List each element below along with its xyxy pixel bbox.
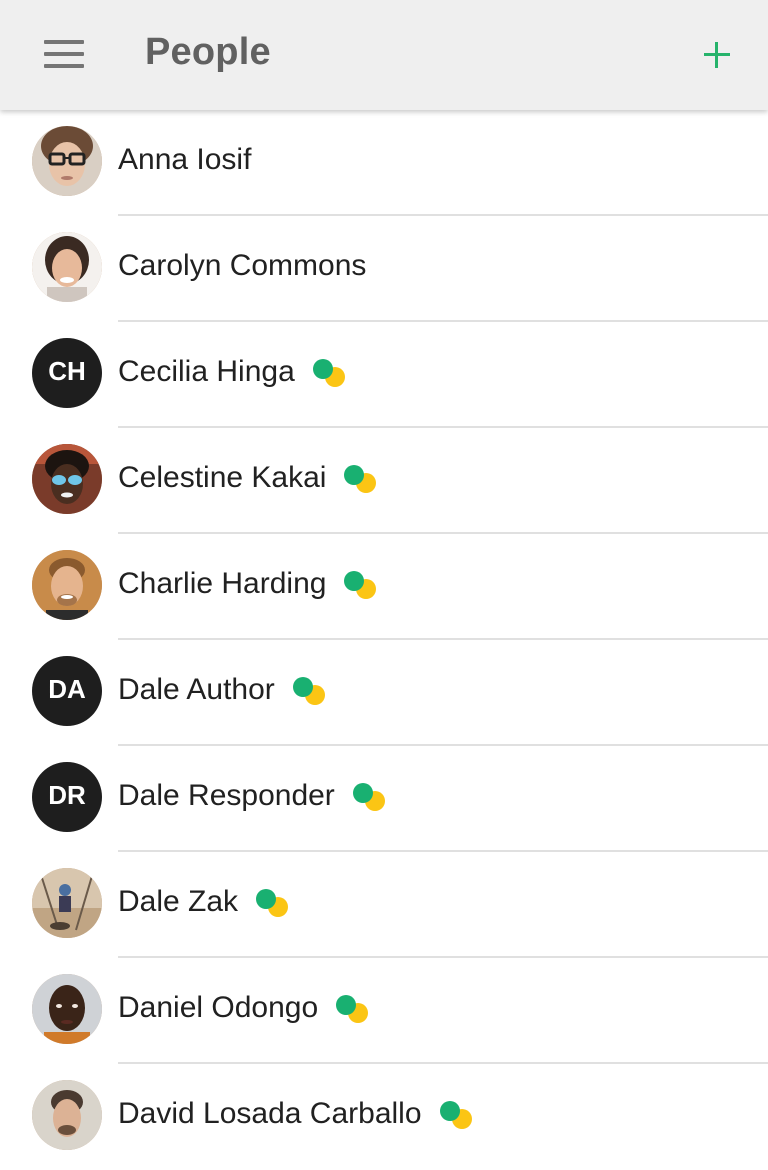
avatar — [32, 126, 102, 196]
app-bar: People — [0, 0, 768, 110]
person-name: Dale Author — [118, 673, 275, 706]
person-name: Charlie Harding — [118, 567, 327, 600]
person-row[interactable]: DR Dale Responder — [0, 746, 768, 852]
presence-icon — [342, 463, 382, 493]
presence-icon — [311, 357, 351, 387]
person-row[interactable]: Celestine Kakai — [0, 428, 768, 534]
person-row[interactable]: CH Cecilia Hinga — [0, 322, 768, 428]
person-name: Daniel Odongo — [118, 991, 319, 1024]
person-name: Dale Zak — [118, 885, 239, 918]
presence-icon — [438, 1099, 478, 1129]
person-row[interactable]: Carolyn Commons — [0, 216, 768, 322]
presence-icon — [334, 993, 374, 1023]
menu-icon[interactable] — [44, 40, 84, 68]
avatar-initials: CH — [32, 338, 102, 408]
avatar — [32, 1080, 102, 1150]
people-list: Anna Iosif Carolyn Commons CH Cecilia Hi… — [0, 110, 768, 1170]
person-name: Carolyn Commons — [118, 249, 367, 282]
presence-icon — [342, 569, 382, 599]
avatar — [32, 232, 102, 302]
presence-icon — [291, 675, 331, 705]
add-icon[interactable] — [700, 38, 734, 72]
person-row[interactable]: David Losada Carballo — [0, 1064, 768, 1170]
person-name: Celestine Kakai — [118, 461, 327, 494]
page-title: People — [145, 31, 271, 73]
person-row[interactable]: Dale Zak — [0, 852, 768, 958]
presence-icon — [351, 781, 391, 811]
person-row[interactable]: Anna Iosif — [0, 110, 768, 216]
person-row[interactable]: Daniel Odongo — [0, 958, 768, 1064]
avatar — [32, 974, 102, 1044]
avatar — [32, 444, 102, 514]
person-name: Anna Iosif — [118, 143, 252, 176]
person-row[interactable]: Charlie Harding — [0, 534, 768, 640]
avatar-initials: DR — [32, 762, 102, 832]
avatar — [32, 550, 102, 620]
person-name: Dale Responder — [118, 779, 335, 812]
person-name: David Losada Carballo — [118, 1097, 422, 1130]
presence-icon — [254, 887, 294, 917]
avatar-initials: DA — [32, 656, 102, 726]
person-name: Cecilia Hinga — [118, 355, 295, 388]
person-row[interactable]: DA Dale Author — [0, 640, 768, 746]
avatar — [32, 868, 102, 938]
